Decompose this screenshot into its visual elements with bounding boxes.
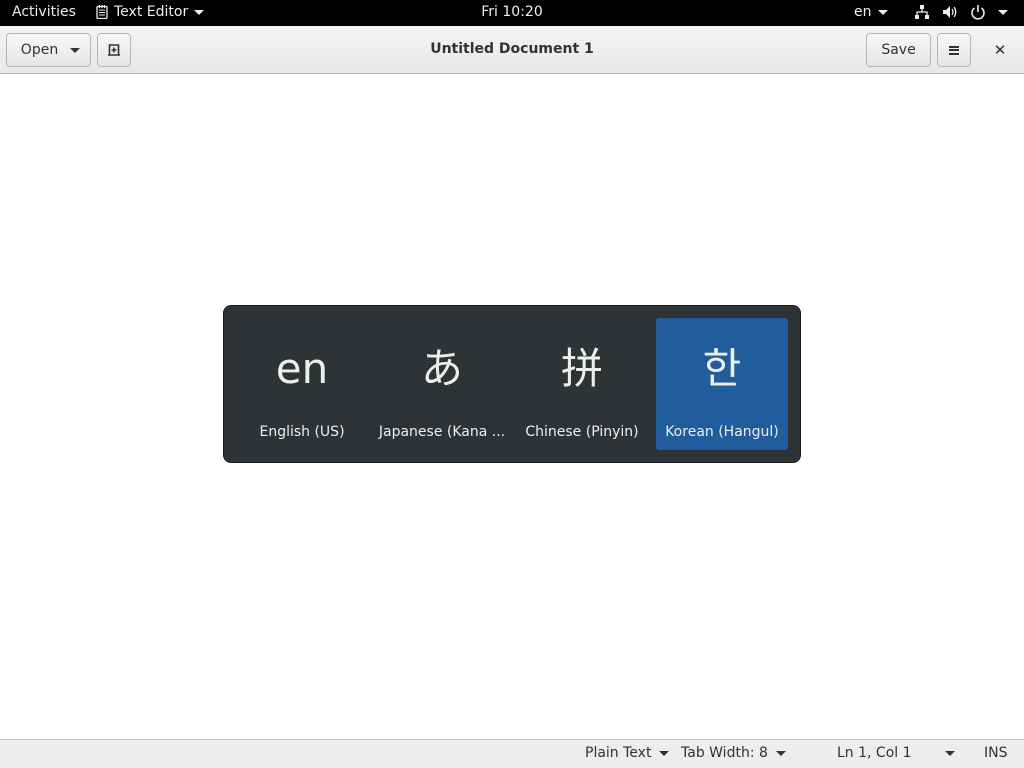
document-title: Untitled Document 1 bbox=[430, 41, 594, 57]
input-source-chinese[interactable]: 拼 Chinese (Pinyin) bbox=[516, 318, 648, 450]
close-window-button[interactable]: ✕ bbox=[983, 33, 1017, 67]
cursor-position-label: Ln 1, Col 1 bbox=[837, 745, 912, 761]
input-source-glyph: en bbox=[275, 344, 329, 393]
clock[interactable]: Fri 10:20 bbox=[481, 4, 542, 20]
input-source-korean[interactable]: 한 Korean (Hangul) bbox=[656, 318, 788, 450]
cursor-position[interactable]: Ln 1, Col 1 bbox=[837, 745, 912, 761]
new-tab-icon bbox=[108, 44, 120, 56]
save-button[interactable]: Save bbox=[866, 33, 931, 67]
input-source-label: English (US) bbox=[259, 424, 345, 440]
tab-width-selector[interactable]: Tab Width: 8 bbox=[681, 745, 786, 761]
open-label: Open bbox=[20, 42, 59, 58]
hamburger-icon bbox=[949, 45, 959, 55]
language-label: Plain Text bbox=[585, 745, 652, 761]
chevron-down-icon bbox=[659, 750, 670, 756]
top-bar: Activities Text Editor Fri 10:20 en bbox=[0, 0, 1024, 26]
input-source-label: Korean (Hangul) bbox=[665, 424, 779, 440]
input-source-glyph: 拼 bbox=[560, 344, 603, 393]
menu-button[interactable] bbox=[937, 33, 971, 67]
insert-mode-indicator[interactable]: INS bbox=[984, 745, 1008, 761]
input-source-glyph: あ bbox=[420, 344, 463, 393]
chevron-down-icon bbox=[877, 9, 888, 15]
app-menu[interactable]: Text Editor bbox=[96, 4, 205, 20]
chevron-down-icon bbox=[998, 9, 1008, 15]
input-source-japanese[interactable]: あ Japanese (Kana ... bbox=[376, 318, 508, 450]
open-button[interactable]: Open bbox=[6, 33, 91, 67]
new-document-button[interactable] bbox=[97, 33, 131, 67]
input-source-english[interactable]: en English (US) bbox=[236, 318, 368, 450]
network-icon bbox=[915, 5, 929, 19]
chevron-down-icon bbox=[945, 751, 955, 756]
status-bar: Plain Text Tab Width: 8 Ln 1, Col 1 INS bbox=[0, 739, 1024, 768]
activities-button[interactable]: Activities bbox=[12, 4, 76, 20]
input-source-switcher: en English (US) あ Japanese (Kana ... 拼 C… bbox=[223, 305, 801, 463]
input-language-menu[interactable]: en bbox=[854, 4, 888, 20]
chevron-down-icon bbox=[194, 9, 205, 15]
system-menu[interactable] bbox=[914, 4, 1008, 20]
input-language-label: en bbox=[854, 4, 872, 20]
input-source-label: Japanese (Kana ... bbox=[378, 424, 506, 440]
chevron-down-icon bbox=[70, 47, 81, 53]
tab-width-label: Tab Width: 8 bbox=[681, 745, 768, 761]
close-icon: ✕ bbox=[993, 41, 1007, 59]
notes-icon bbox=[96, 5, 108, 19]
app-name: Text Editor bbox=[114, 4, 189, 20]
go-to-line-dropdown[interactable] bbox=[945, 751, 955, 756]
volume-icon bbox=[943, 6, 957, 18]
input-source-glyph: 한 bbox=[702, 344, 742, 393]
insert-mode-label: INS bbox=[984, 745, 1008, 761]
language-selector[interactable]: Plain Text bbox=[585, 745, 670, 761]
chevron-down-icon bbox=[775, 750, 786, 756]
input-source-label: Chinese (Pinyin) bbox=[525, 424, 639, 440]
power-icon bbox=[971, 5, 985, 20]
save-label: Save bbox=[881, 42, 916, 58]
